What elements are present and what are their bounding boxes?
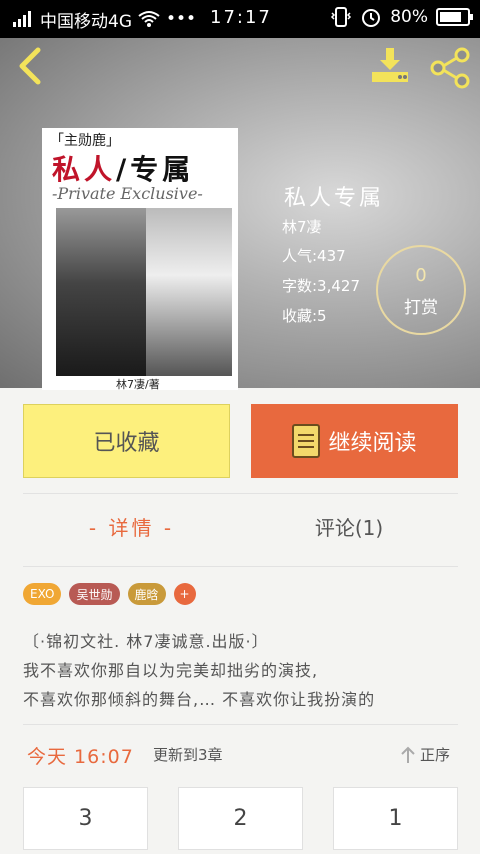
divider: [23, 724, 458, 725]
cover-title: 私人/专属: [52, 148, 194, 188]
tab-comments[interactable]: 评论(1): [240, 512, 458, 541]
continue-reading-label: 继续阅读: [328, 431, 417, 456]
signal-icon: [13, 11, 31, 27]
tag-list: EXO 吴世勋 鹿晗 +: [23, 583, 196, 605]
cover-photo-left: [56, 208, 146, 376]
tab-detail[interactable]: - 详情 -: [23, 512, 240, 541]
sort-label: 正序: [420, 746, 451, 764]
description-line: 我不喜欢你那自以为完美却拙劣的演技,: [23, 661, 319, 680]
continue-reading-button[interactable]: 继续阅读: [251, 404, 458, 478]
cover-title-black: /专属: [116, 153, 195, 186]
collected-button[interactable]: 已收藏: [23, 404, 230, 478]
update-time: 今天 16:07: [27, 746, 134, 768]
collected-label: 已收藏: [93, 431, 160, 456]
download-icon[interactable]: [370, 46, 410, 86]
description-line: 不喜欢你那倾斜的舞台,… 不喜欢你让我扮演的: [23, 690, 376, 709]
cover-author: 林7凄/著: [116, 378, 160, 390]
book-author: 林7凄: [282, 218, 322, 236]
chapter-item[interactable]: 2: [178, 787, 303, 850]
tag-wu-shixun[interactable]: 吴世勋: [69, 583, 120, 605]
book-word-count: 字数:3,427: [282, 277, 360, 295]
tip-button[interactable]: 0 打赏: [376, 245, 466, 335]
cover-title-red: 私人: [52, 153, 117, 186]
tip-count: 0: [415, 265, 427, 286]
book-popularity: 人气:437: [282, 247, 346, 265]
add-tag-button[interactable]: +: [173, 583, 196, 605]
battery-fill: [440, 12, 461, 22]
book-title: 私人专属: [284, 186, 385, 211]
battery-icon: [436, 8, 473, 26]
notification-dots: •••: [166, 9, 197, 29]
divider: [23, 566, 458, 567]
cover-top-tag: 「主勋鹿」: [50, 133, 120, 149]
share-icon[interactable]: [428, 46, 472, 90]
divider: [23, 493, 458, 494]
book-cover[interactable]: 「主勋鹿」 私人/专属 -Private Exclusive- 林7凄/著: [42, 128, 238, 390]
chapter-item[interactable]: 1: [333, 787, 458, 850]
sort-button[interactable]: 正序: [400, 744, 450, 765]
back-icon[interactable]: [14, 46, 44, 86]
tip-label: 打赏: [404, 298, 438, 318]
update-text: 更新到3章: [153, 746, 223, 764]
alarm-icon: [362, 9, 381, 27]
status-bar: 中国移动4G ••• 17:17 80%: [0, 0, 480, 38]
book-favorites: 收藏:5: [282, 307, 327, 325]
arrow-up-icon: [401, 746, 415, 763]
chapter-item[interactable]: 3: [23, 787, 148, 850]
clock-time: 17:17: [210, 7, 272, 28]
tag-exo[interactable]: EXO: [23, 583, 62, 605]
battery-percent: 80%: [390, 7, 428, 27]
tag-lu-han[interactable]: 鹿晗: [127, 583, 166, 605]
description-line: 〔·锦初文社. 林7凄诚意.出版·〕: [23, 632, 269, 651]
vibrate-icon: [331, 7, 352, 27]
carrier-label: 中国移动4G: [40, 11, 132, 32]
wifi-icon: [138, 11, 160, 27]
book-icon: [292, 424, 321, 458]
cover-photo-right: [146, 208, 232, 376]
cover-subtitle: -Private Exclusive-: [52, 184, 203, 203]
